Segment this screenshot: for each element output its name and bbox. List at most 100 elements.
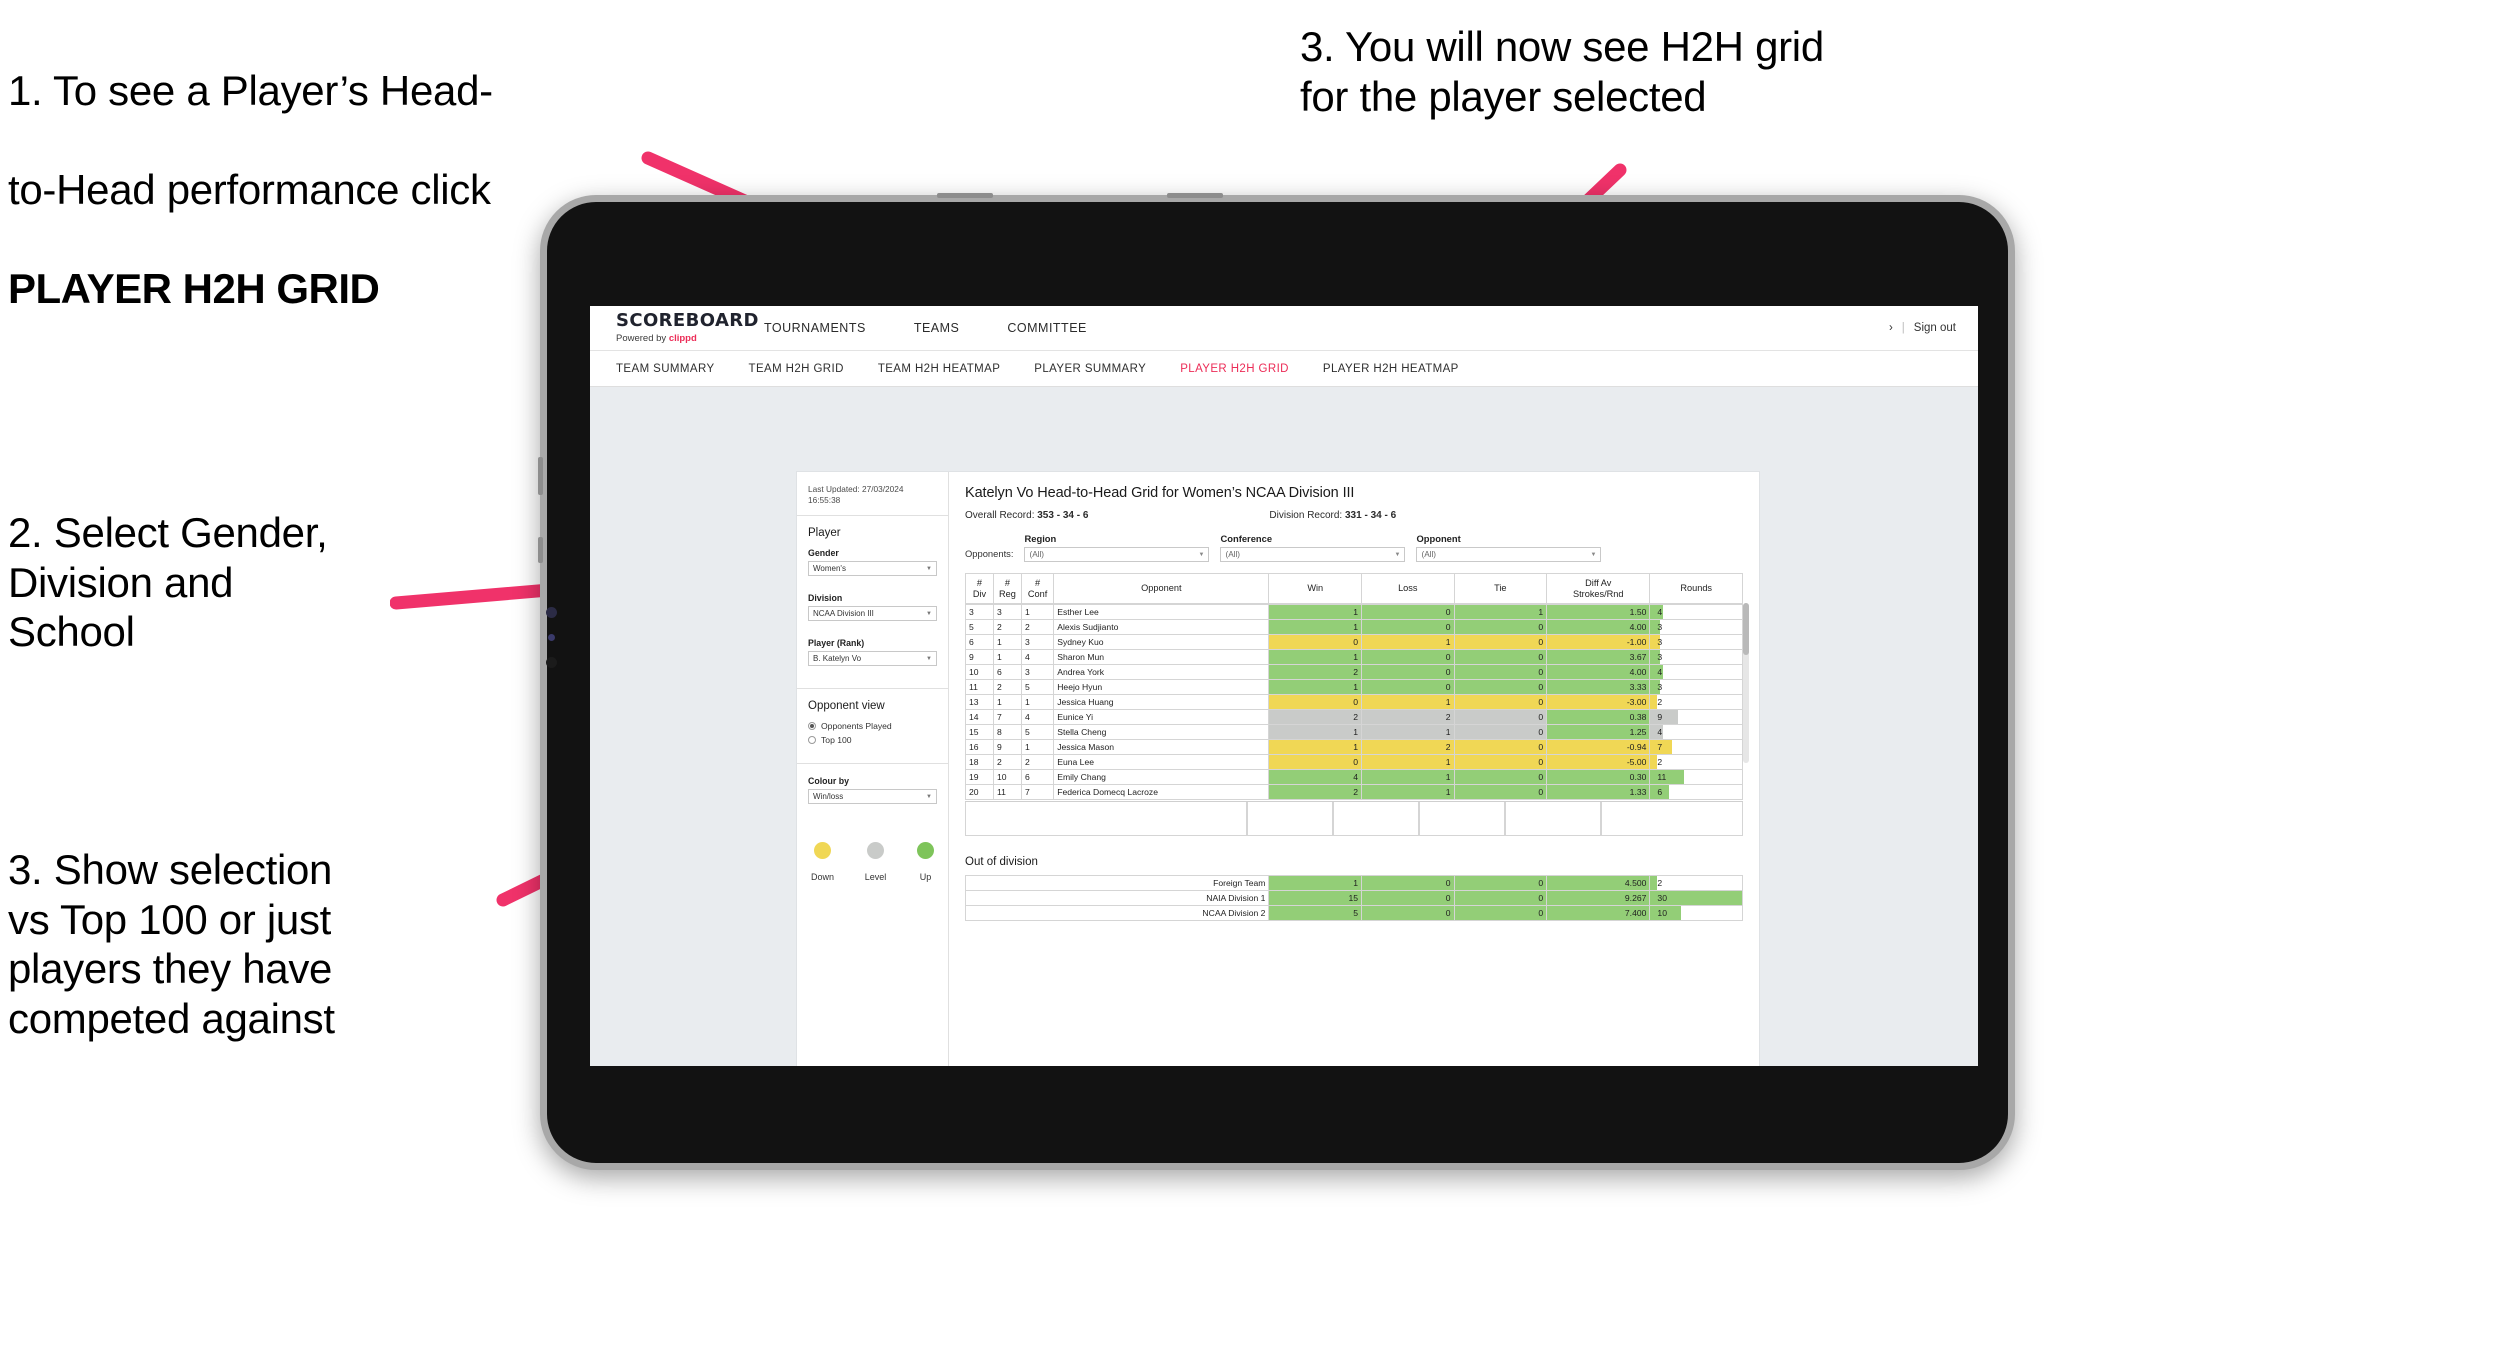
sign-out-link[interactable]: Sign out: [1914, 322, 1956, 334]
cell-conf: 3: [1020, 634, 1055, 650]
cell-win: 2: [1268, 709, 1362, 725]
cell-opponent: Andrea York: [1053, 664, 1270, 680]
table-row[interactable]: 11 2 5 Heejo Hyun 1 0 0 3.33 3: [965, 679, 1743, 695]
radio-opponents-played[interactable]: Opponents Played: [808, 721, 937, 731]
annotation-step-1-line2: to-Head performance click: [8, 165, 491, 213]
cell-opponent: Heejo Hyun: [1053, 679, 1270, 695]
rounds-value: 30: [1657, 892, 1667, 903]
subtab-team-summary[interactable]: TEAM SUMMARY: [616, 363, 715, 375]
gender-select[interactable]: Women's ▼: [808, 561, 937, 577]
rounds-value: 10: [1657, 907, 1667, 918]
legend-item-level: Level: [865, 842, 886, 882]
cell-diff-av-strokes: 0.38: [1546, 709, 1651, 725]
table-row[interactable]: 20 11 7 Federica Domecq Lacroze 2 1 0 1.33 6: [965, 784, 1743, 800]
table-row[interactable]: 9 1 4 Sharon Mun 1 0 0 3.67 3: [965, 649, 1743, 665]
cell-reg: 1: [992, 649, 1022, 665]
subtab-player-h2h-grid[interactable]: PLAYER H2H GRID: [1180, 363, 1289, 375]
radio-top-100[interactable]: Top 100: [808, 735, 937, 745]
scrollbar-thumb[interactable]: [1743, 603, 1749, 655]
chevron-down-icon: ▼: [1590, 551, 1597, 558]
chevron-down-icon: ▼: [1198, 551, 1205, 558]
viz-panel: Last Updated: 27/03/2024 16:55:38 Player…: [797, 472, 1759, 1066]
cell-win: 1: [1268, 724, 1362, 740]
subtab-player-summary[interactable]: PLAYER SUMMARY: [1034, 363, 1146, 375]
cell-tie: 0: [1453, 754, 1548, 770]
annotation-step-3-right: 3. You will now see H2H grid for the pla…: [1300, 23, 1824, 120]
filter-region-select[interactable]: (All) ▼: [1024, 547, 1210, 562]
chevron-right-icon[interactable]: ›: [1889, 322, 1893, 334]
table-row[interactable]: NAIA Division 1 15 0 0 9.267 30: [964, 890, 1743, 906]
subtab-team-h2h-heatmap[interactable]: TEAM H2H HEATMAP: [878, 363, 1000, 375]
table-row[interactable]: 19 10 6 Emily Chang 4 1 0 0.30 11: [965, 769, 1743, 785]
filter-region-value: (All): [1029, 550, 1045, 559]
rounds-value: 4: [1657, 606, 1663, 617]
device-volume-down-button[interactable]: [538, 537, 543, 563]
table-head: # Div # Reg # Conf Opponent Win Loss Tie Di…: [965, 573, 1743, 604]
cell-diff-av-strokes: 9.267: [1546, 890, 1651, 906]
rounds-value: 4: [1657, 666, 1663, 677]
table-row[interactable]: 18 2 2 Euna Lee 0 1 0 -5.00 2: [965, 754, 1743, 770]
cell-diff-av-strokes: -5.00: [1546, 754, 1651, 770]
table-vertical-scrollbar[interactable]: [1743, 603, 1749, 763]
top-nav-teams[interactable]: TEAMS: [890, 306, 984, 351]
cell-reg: 6: [992, 664, 1022, 680]
brand-logo[interactable]: SCOREBOARD Powered by clippd: [590, 312, 759, 345]
cell-win: 1: [1268, 619, 1362, 635]
cell-conf: 1: [1020, 694, 1055, 710]
cell-win: 1: [1268, 679, 1362, 695]
th-rounds: Rounds: [1649, 573, 1743, 604]
rounds-value: 3: [1657, 681, 1663, 692]
cell-tie: 0: [1453, 679, 1548, 695]
h2h-table-wrapper: # Div # Reg # Conf Opponent Win Loss Tie Di…: [965, 573, 1749, 836]
player-rank-select[interactable]: B. Katelyn Vo ▼: [808, 651, 937, 667]
subtab-player-h2h-heatmap[interactable]: PLAYER H2H HEATMAP: [1323, 363, 1459, 375]
colour-by-select[interactable]: Win/loss ▼: [808, 789, 937, 805]
cell-diff-av-strokes: -3.00: [1546, 694, 1651, 710]
division-record: Division Record: 331 - 34 - 6: [1269, 510, 1396, 521]
cell-loss: 2: [1361, 739, 1455, 755]
table-row[interactable]: NCAA Division 2 5 0 0 7.400 10: [964, 905, 1743, 921]
table-row[interactable]: Foreign Team 1 0 0 4.500 2: [964, 875, 1743, 891]
cell-conf: 2: [1020, 619, 1055, 635]
legend-label-down: Down: [811, 872, 835, 883]
cell-diff-av-strokes: 1.50: [1546, 604, 1651, 620]
device-volume-up-button[interactable]: [538, 457, 543, 495]
cell-tie: 0: [1453, 619, 1548, 635]
cell-tie: 0: [1453, 739, 1548, 755]
top-nav-tournaments[interactable]: TOURNAMENTS: [740, 306, 890, 351]
device-camera: [546, 607, 557, 618]
cell-div: 6: [965, 634, 994, 650]
cell-opponent: Eunice Yi: [1053, 709, 1270, 725]
rounds-value: 6: [1657, 786, 1663, 797]
table-row[interactable]: 10 6 3 Andrea York 2 0 0 4.00 4: [965, 664, 1743, 680]
table-row[interactable]: 5 2 2 Alexis Sudjianto 1 0 0 4.00 3: [965, 619, 1743, 635]
cell-div: 16: [965, 739, 994, 755]
cell-opponent: Emily Chang: [1053, 769, 1270, 785]
table-row[interactable]: 6 1 3 Sydney Kuo 0 1 0 -1.00 3: [965, 634, 1743, 650]
table-row[interactable]: 13 1 1 Jessica Huang 0 1 0 -3.00 2: [965, 694, 1743, 710]
filter-opponent-select[interactable]: (All) ▼: [1416, 547, 1602, 562]
table-row[interactable]: 15 8 5 Stella Cheng 1 1 0 1.25 4: [965, 724, 1743, 740]
top-nav-committee[interactable]: COMMITTEE: [983, 306, 1111, 351]
table-row[interactable]: 14 7 4 Eunice Yi 2 2 0 0.38 9: [965, 709, 1743, 725]
gender-value: Women's: [813, 564, 846, 574]
overall-record-value: 353 - 34 - 6: [1037, 510, 1089, 521]
subtab-team-h2h-grid[interactable]: TEAM H2H GRID: [749, 363, 844, 375]
table-row[interactable]: 3 3 1 Esther Lee 1 0 1 1.50 4: [965, 604, 1743, 620]
cell-reg: 1: [992, 694, 1022, 710]
cell-loss: 1: [1361, 634, 1455, 650]
filter-conference-select[interactable]: (All) ▼: [1220, 547, 1406, 562]
h2h-table-scroll-area[interactable]: 3 3 1 Esther Lee 1 0 1 1.50 4 5 2 2 Alexis Sudjianto…: [965, 604, 1743, 802]
cell-diff-av-strokes: 4.00: [1546, 664, 1651, 680]
table-row[interactable]: 16 9 1 Jessica Mason 1 2 0 -0.94 7: [965, 739, 1743, 755]
cell-tie: 0: [1453, 724, 1548, 740]
cell-rounds: 7: [1649, 739, 1743, 755]
cell-opponent: Stella Cheng: [1053, 724, 1270, 740]
legend-label-up: Up: [919, 872, 932, 883]
rounds-value: 9: [1657, 711, 1663, 722]
division-select[interactable]: NCAA Division III ▼: [808, 606, 937, 622]
cell-loss: 0: [1361, 604, 1455, 620]
slide-canvas: 1. To see a Player’s Head- to-Head perfo…: [0, 0, 2512, 1352]
cell-div: 18: [965, 754, 994, 770]
h2h-grid-main: Katelyn Vo Head-to-Head Grid for Women’s…: [949, 472, 1759, 1066]
